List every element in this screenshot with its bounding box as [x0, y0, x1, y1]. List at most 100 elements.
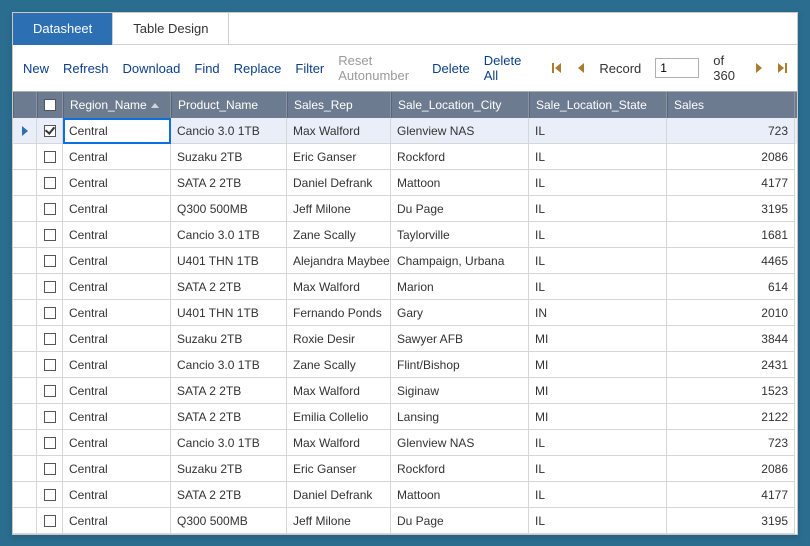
row-checkbox-cell[interactable]: [37, 300, 63, 326]
cell-product-name[interactable]: U401 THN 1TB: [171, 248, 287, 274]
row-checkbox[interactable]: [44, 203, 56, 215]
cell-region-name[interactable]: Central: [63, 508, 171, 534]
table-row[interactable]: CentralSATA 2 2TBEmilia CollelioLansingM…: [13, 404, 797, 430]
table-row[interactable]: CentralQ300 500MBJeff MiloneDu PageIL319…: [13, 196, 797, 222]
table-row[interactable]: CentralCancio 3.0 1TBZane ScallyTaylorvi…: [13, 222, 797, 248]
cell-product-name[interactable]: Suzaku 2TB: [171, 456, 287, 482]
cell-sale-location-city[interactable]: Gary: [391, 300, 529, 326]
row-checkbox[interactable]: [44, 515, 56, 527]
cell-sales[interactable]: 2122: [667, 404, 795, 430]
cell-sale-location-state[interactable]: IN: [529, 300, 667, 326]
replace-button[interactable]: Replace: [234, 61, 282, 76]
cell-product-name[interactable]: Suzaku 2TB: [171, 144, 287, 170]
cell-sale-location-state[interactable]: IL: [529, 430, 667, 456]
row-checkbox-cell[interactable]: [37, 508, 63, 534]
row-checkbox[interactable]: [44, 385, 56, 397]
row-checkbox-cell[interactable]: [37, 404, 63, 430]
cell-sales[interactable]: 1523: [667, 378, 795, 404]
find-button[interactable]: Find: [194, 61, 219, 76]
cell-sale-location-state[interactable]: IL: [529, 196, 667, 222]
cell-region-name[interactable]: Central: [63, 430, 171, 456]
header-select-all[interactable]: [37, 92, 63, 118]
cell-sale-location-state[interactable]: IL: [529, 274, 667, 300]
header-sales-rep[interactable]: Sales_Rep: [287, 92, 391, 118]
row-indicator-cell[interactable]: [13, 326, 37, 352]
table-row[interactable]: CentralSATA 2 2TBDaniel DefrankMattoonIL…: [13, 170, 797, 196]
row-checkbox[interactable]: [44, 437, 56, 449]
select-all-checkbox[interactable]: [44, 99, 56, 111]
cell-sale-location-state[interactable]: MI: [529, 352, 667, 378]
nav-last-icon[interactable]: [777, 62, 787, 74]
header-region-name[interactable]: Region_Name: [63, 92, 171, 118]
cell-sales-rep[interactable]: Emilia Collelio: [287, 404, 391, 430]
row-indicator-cell[interactable]: [13, 378, 37, 404]
cell-sales-rep[interactable]: Eric Ganser: [287, 144, 391, 170]
row-indicator-cell[interactable]: [13, 430, 37, 456]
cell-sales[interactable]: 3844: [667, 326, 795, 352]
cell-product-name[interactable]: Cancio 3.0 1TB: [171, 118, 287, 144]
tab-table-design[interactable]: Table Design: [113, 13, 229, 45]
cell-sales[interactable]: 3195: [667, 508, 795, 534]
cell-sales[interactable]: 3195: [667, 196, 795, 222]
row-checkbox-cell[interactable]: [37, 196, 63, 222]
row-checkbox-cell[interactable]: [37, 118, 63, 144]
row-checkbox-cell[interactable]: [37, 222, 63, 248]
row-indicator-cell[interactable]: [13, 196, 37, 222]
row-checkbox-cell[interactable]: [37, 326, 63, 352]
cell-sales-rep[interactable]: Jeff Milone: [287, 196, 391, 222]
row-checkbox[interactable]: [44, 307, 56, 319]
cell-sale-location-state[interactable]: IL: [529, 248, 667, 274]
cell-sales[interactable]: 4177: [667, 170, 795, 196]
cell-sales-rep[interactable]: Max Walford: [287, 430, 391, 456]
cell-product-name[interactable]: SATA 2 2TB: [171, 274, 287, 300]
nav-first-icon[interactable]: [552, 62, 562, 74]
cell-sales-rep[interactable]: Zane Scally: [287, 222, 391, 248]
row-indicator-cell[interactable]: [13, 300, 37, 326]
cell-sales-rep[interactable]: Max Walford: [287, 274, 391, 300]
row-checkbox-cell[interactable]: [37, 352, 63, 378]
cell-sale-location-city[interactable]: Marion: [391, 274, 529, 300]
cell-sales[interactable]: 2086: [667, 144, 795, 170]
nav-next-icon[interactable]: [754, 62, 763, 74]
header-sale-location-city[interactable]: Sale_Location_City: [391, 92, 529, 118]
cell-sale-location-state[interactable]: MI: [529, 326, 667, 352]
row-indicator-cell[interactable]: [13, 482, 37, 508]
cell-sale-location-city[interactable]: Taylorville: [391, 222, 529, 248]
row-checkbox-cell[interactable]: [37, 430, 63, 456]
cell-sales-rep[interactable]: Jeff Milone: [287, 508, 391, 534]
header-sales[interactable]: Sales: [667, 92, 795, 118]
cell-sale-location-city[interactable]: Glenview NAS: [391, 430, 529, 456]
row-indicator-cell[interactable]: [13, 404, 37, 430]
tab-datasheet[interactable]: Datasheet: [13, 13, 113, 45]
cell-product-name[interactable]: SATA 2 2TB: [171, 378, 287, 404]
cell-product-name[interactable]: Q300 500MB: [171, 508, 287, 534]
cell-sale-location-city[interactable]: Flint/Bishop: [391, 352, 529, 378]
cell-sale-location-state[interactable]: IL: [529, 508, 667, 534]
cell-sales[interactable]: 614: [667, 274, 795, 300]
table-row[interactable]: CentralU401 THN 1TBAlejandra MaybeeChamp…: [13, 248, 797, 274]
cell-region-name[interactable]: Central: [63, 456, 171, 482]
cell-sales-rep[interactable]: Max Walford: [287, 378, 391, 404]
cell-region-name[interactable]: Central: [63, 326, 171, 352]
row-indicator-cell[interactable]: [13, 508, 37, 534]
table-row[interactable]: CentralCancio 3.0 1TBZane ScallyFlint/Bi…: [13, 352, 797, 378]
row-indicator-cell[interactable]: [13, 274, 37, 300]
row-checkbox-cell[interactable]: [37, 482, 63, 508]
cell-sale-location-state[interactable]: IL: [529, 170, 667, 196]
row-checkbox[interactable]: [44, 463, 56, 475]
cell-region-name[interactable]: Central: [63, 482, 171, 508]
cell-sales-rep[interactable]: Daniel Defrank: [287, 482, 391, 508]
cell-sale-location-city[interactable]: Mattoon: [391, 482, 529, 508]
table-row[interactable]: CentralU401 THN 1TBFernando PondsGaryIN2…: [13, 300, 797, 326]
cell-product-name[interactable]: Cancio 3.0 1TB: [171, 352, 287, 378]
delete-button[interactable]: Delete: [432, 61, 470, 76]
cell-sale-location-city[interactable]: Du Page: [391, 508, 529, 534]
row-indicator-cell[interactable]: [13, 118, 37, 144]
table-row[interactable]: CentralSuzaku 2TBEric GanserRockfordIL20…: [13, 456, 797, 482]
cell-sale-location-city[interactable]: Du Page: [391, 196, 529, 222]
table-row[interactable]: CentralSATA 2 2TBMax WalfordSiginawMI152…: [13, 378, 797, 404]
refresh-button[interactable]: Refresh: [63, 61, 109, 76]
row-indicator-cell[interactable]: [13, 144, 37, 170]
row-checkbox-cell[interactable]: [37, 170, 63, 196]
table-row[interactable]: CentralSuzaku 2TBEric GanserRockfordIL20…: [13, 144, 797, 170]
